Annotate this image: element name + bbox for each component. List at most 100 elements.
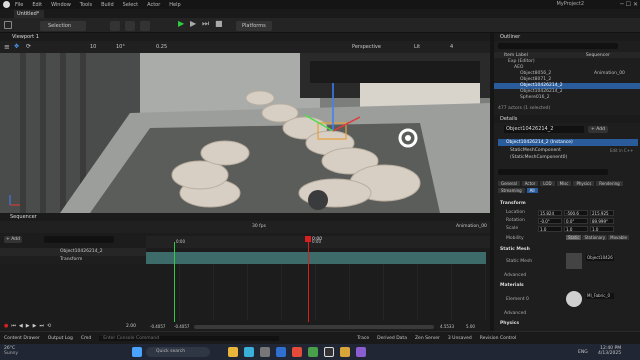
tab-misc[interactable]: Misc <box>556 181 572 186</box>
jump-start-icon[interactable]: ⏮ <box>11 323 16 329</box>
advanced-section-2[interactable]: Advanced <box>504 311 526 316</box>
sequencer-tab[interactable]: Sequencer <box>10 214 37 220</box>
derived-data-button[interactable]: Derived Data <box>377 336 407 341</box>
track-row-object[interactable]: Object10426214_2 <box>0 248 146 256</box>
output-log-button[interactable]: Output Log <box>48 336 73 341</box>
scale-x[interactable]: 1.0 <box>538 226 562 232</box>
outliner-item[interactable]: Sphere016_2 <box>494 95 640 101</box>
sequencer-add-button[interactable]: + Add <box>4 236 22 243</box>
timeline-scrollbar[interactable] <box>194 325 434 329</box>
trace-button[interactable]: Trace <box>357 336 369 341</box>
store-icon[interactable] <box>260 347 270 357</box>
fps-value[interactable]: 30 fps <box>252 224 266 229</box>
step-forward-icon[interactable]: ▶ <box>33 323 37 329</box>
play-in-editor-icon[interactable]: ▶ <box>190 19 196 28</box>
lit-button[interactable]: Lit <box>414 44 420 50</box>
menu-window[interactable]: Window <box>51 2 71 8</box>
level-viewport[interactable] <box>0 53 490 213</box>
sequencer-search-input[interactable] <box>44 236 114 243</box>
location-x[interactable]: 15.824 <box>538 210 562 216</box>
menu-select[interactable]: Select <box>123 2 138 8</box>
hamburger-icon[interactable]: ≡ <box>4 43 10 51</box>
details-search-input[interactable] <box>498 169 608 175</box>
instance-row[interactable]: Object10426214_2 (Instance) <box>498 139 638 146</box>
photos-icon[interactable] <box>356 347 366 357</box>
save-icon[interactable] <box>4 21 12 29</box>
language-indicator[interactable]: ENG <box>578 350 588 355</box>
location-y[interactable]: -500.6 <box>564 210 588 216</box>
viewport-tab[interactable]: Viewport 1 <box>12 34 39 40</box>
details-object-name[interactable]: Object10426214_2 <box>504 126 584 133</box>
windows-start-icon[interactable] <box>132 347 142 357</box>
scale-y[interactable]: 1.0 <box>564 226 588 232</box>
stop-icon[interactable]: ■ <box>215 19 223 28</box>
mail-icon[interactable] <box>276 347 286 357</box>
tab-untitled[interactable]: Untitled* <box>14 10 44 18</box>
selection-mode-button[interactable]: Selection Mode <box>40 21 86 39</box>
play-forward-icon[interactable]: ▶ <box>26 323 30 329</box>
taskbar-search-input[interactable]: Quick search <box>146 347 210 357</box>
cmd-button[interactable]: Cmd <box>81 336 91 341</box>
rotate-icon[interactable]: ⟳ <box>26 43 31 50</box>
record-icon[interactable]: ● <box>4 323 8 329</box>
chrome-icon[interactable] <box>292 347 302 357</box>
menu-help[interactable]: Help <box>169 2 180 8</box>
rotation-y[interactable]: 0.0° <box>564 218 588 224</box>
location-z[interactable]: 215.925 <box>590 210 614 216</box>
grid-snap-value[interactable]: 10 <box>90 44 96 50</box>
console-input[interactable]: Enter Console Command <box>99 335 280 341</box>
tab-rendering[interactable]: Rendering <box>596 181 623 186</box>
tab-general[interactable]: General <box>498 181 520 186</box>
camera-speed-value[interactable]: 4 <box>450 44 453 50</box>
item-label-header[interactable]: Item Label <box>504 53 528 58</box>
menu-file[interactable]: File <box>15 2 23 8</box>
range-end-value[interactable]: 5.00 <box>466 324 475 329</box>
play-icon[interactable]: ▶ <box>178 19 184 28</box>
perspective-button[interactable]: Perspective <box>352 44 381 50</box>
folder-icon[interactable] <box>340 347 350 357</box>
platforms-button[interactable]: Platforms <box>236 21 272 31</box>
mobility-stationary[interactable]: Stationary <box>582 235 608 240</box>
static-mesh-section[interactable]: Static Mesh <box>500 247 530 252</box>
static-mesh-value[interactable]: Object10426 <box>586 255 614 261</box>
blueprint-icon[interactable] <box>125 21 135 31</box>
tab-lod[interactable]: LOD <box>540 181 555 186</box>
edit-cpp-link[interactable]: Edit in C++ <box>610 148 633 153</box>
step-back-icon[interactable]: ◀ <box>19 323 23 329</box>
unreal-logo-icon[interactable] <box>3 1 10 8</box>
app-icon[interactable] <box>308 347 318 357</box>
tab-actor[interactable]: Actor <box>521 181 539 186</box>
view-end-value[interactable]: 4.5533 <box>440 324 454 329</box>
clock[interactable]: 12:40 PM 4/13/2025 <box>598 346 621 356</box>
zen-server-button[interactable]: Zen Server <box>415 336 440 341</box>
content-drawer-button[interactable]: Content Drawer <box>4 336 40 341</box>
menu-edit[interactable]: Edit <box>32 2 42 8</box>
range-start-value[interactable]: -0.4057 <box>150 324 165 329</box>
rotation-x[interactable]: -0.0° <box>538 218 562 224</box>
view-start-value[interactable]: -0.4057 <box>174 324 189 329</box>
scale-z[interactable]: 1.0 <box>590 226 614 232</box>
menu-tools[interactable]: Tools <box>80 2 92 8</box>
rotation-z[interactable]: 89.999° <box>590 218 614 224</box>
scale-snap-value[interactable]: 0.25 <box>156 44 167 50</box>
transform-section[interactable]: Transform <box>500 201 526 206</box>
mobility-static[interactable]: Static <box>566 235 582 240</box>
revision-control-button[interactable]: Revision Control <box>480 336 517 341</box>
jump-end-icon[interactable]: ⏭ <box>39 323 44 329</box>
weather-widget[interactable]: 26°C Sunny <box>4 346 18 356</box>
menu-actor[interactable]: Actor <box>147 2 160 8</box>
materials-section[interactable]: Materials <box>500 283 524 288</box>
unsaved-button[interactable]: 3 Unsaved <box>448 336 472 341</box>
file-explorer-icon[interactable] <box>228 347 238 357</box>
add-component-button[interactable]: + Add <box>588 126 608 133</box>
transform-track-bar[interactable] <box>146 252 486 264</box>
advanced-section[interactable]: Advanced <box>504 273 526 278</box>
tab-streaming[interactable]: Streaming <box>498 188 525 193</box>
mobility-movable[interactable]: Movable <box>608 235 629 240</box>
outliner-search-input[interactable] <box>498 43 618 49</box>
tab-all[interactable]: All <box>526 188 538 193</box>
transform-icon[interactable]: ✥ <box>14 43 19 50</box>
track-row-transform[interactable]: Transform <box>0 256 146 264</box>
type-header[interactable]: Sequencer <box>586 53 610 58</box>
loop-icon[interactable]: ⟲ <box>47 323 51 329</box>
